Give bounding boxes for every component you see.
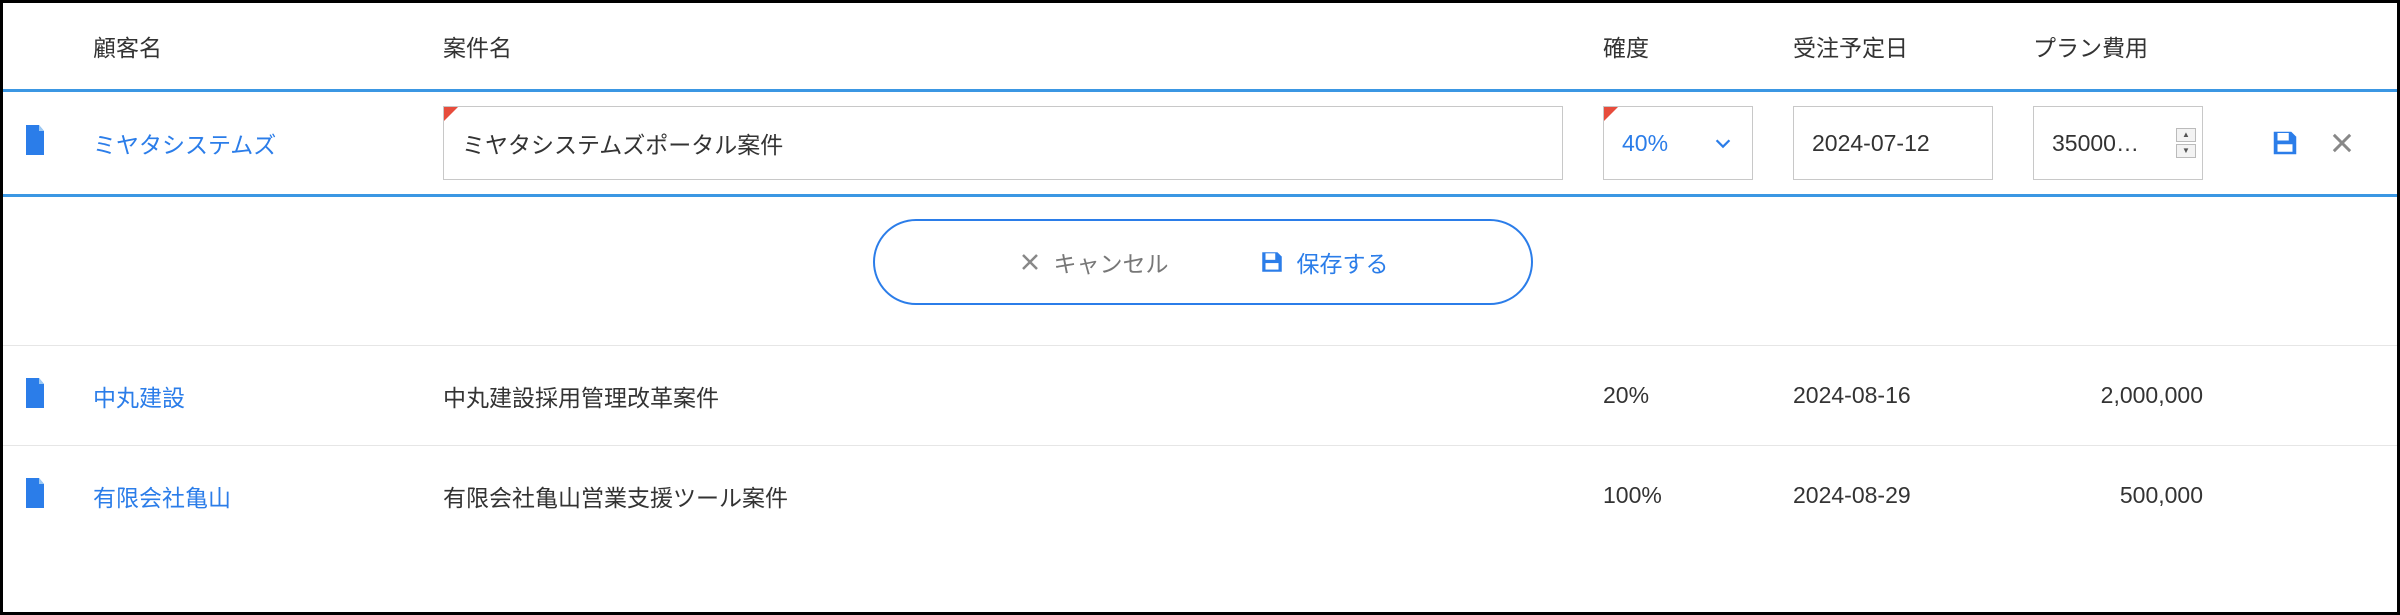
plan-cost-value: 35000…	[2052, 130, 2176, 157]
step-up-button[interactable]: ▲	[2176, 128, 2196, 142]
document-icon[interactable]	[23, 125, 47, 155]
plan-cost-cell: 2,000,000	[2013, 346, 2223, 446]
close-icon	[1018, 250, 1042, 274]
action-bar-row: キャンセル 保存する	[3, 196, 2400, 346]
required-marker-icon	[444, 107, 458, 121]
plan-cost-cell: 500,000	[2013, 446, 2223, 546]
document-icon[interactable]	[23, 378, 47, 408]
plan-cost-input-wrap: 35000… ▲ ▼	[2033, 106, 2203, 180]
table-header: 顧客名 案件名 確度 受注予定日 プラン費用	[3, 3, 2400, 91]
app-frame: 顧客名 案件名 確度 受注予定日 プラン費用 ミヤタシステムズ	[0, 0, 2400, 615]
project-name-input-wrap	[443, 106, 1563, 180]
chevron-down-icon	[1712, 132, 1734, 154]
probability-cell: 100%	[1583, 446, 1773, 546]
project-cell: 有限会社亀山営業支援ツール案件	[423, 446, 1583, 546]
project-name-input[interactable]	[462, 130, 1544, 157]
customer-link[interactable]: 中丸建設	[93, 385, 185, 411]
customer-link[interactable]: 有限会社亀山	[93, 485, 231, 511]
probability-select[interactable]: 40%	[1603, 106, 1753, 180]
expected-date-cell: 2024-08-16	[1773, 346, 2013, 446]
header-project: 案件名	[423, 3, 1583, 91]
step-down-button[interactable]: ▼	[2176, 144, 2196, 158]
required-marker-icon	[1604, 107, 1618, 121]
save-label: 保存する	[1297, 245, 1389, 279]
header-probability: 確度	[1583, 3, 1773, 91]
number-stepper: ▲ ▼	[2176, 128, 2196, 158]
header-plan-cost: プラン費用	[2013, 3, 2223, 91]
edit-action-bar: キャンセル 保存する	[873, 219, 1533, 305]
probability-value: 40%	[1622, 130, 1668, 157]
header-customer: 顧客名	[73, 3, 423, 91]
expected-date-input-wrap	[1793, 106, 1993, 180]
document-icon[interactable]	[23, 478, 47, 508]
cancel-row-button[interactable]	[2328, 129, 2356, 157]
header-expected-date: 受注予定日	[1773, 3, 2013, 91]
row-actions	[2243, 128, 2383, 158]
cancel-button[interactable]: キャンセル	[1018, 245, 1169, 279]
table-row: 中丸建設 中丸建設採用管理改革案件 20% 2024-08-16 2,000,0…	[3, 346, 2400, 446]
expected-date-input[interactable]	[1812, 130, 1974, 157]
records-table: 顧客名 案件名 確度 受注予定日 プラン費用 ミヤタシステムズ	[3, 3, 2400, 546]
probability-cell: 20%	[1583, 346, 1773, 446]
editing-row: ミヤタシステムズ 40%	[3, 91, 2400, 196]
save-row-button[interactable]	[2270, 128, 2300, 158]
expected-date-cell: 2024-08-29	[1773, 446, 2013, 546]
customer-link[interactable]: ミヤタシステムズ	[93, 132, 276, 158]
cancel-label: キャンセル	[1054, 245, 1169, 279]
table-row: 有限会社亀山 有限会社亀山営業支援ツール案件 100% 2024-08-29 5…	[3, 446, 2400, 546]
save-button[interactable]: 保存する	[1259, 245, 1389, 279]
save-icon	[1259, 249, 1285, 275]
project-cell: 中丸建設採用管理改革案件	[423, 346, 1583, 446]
